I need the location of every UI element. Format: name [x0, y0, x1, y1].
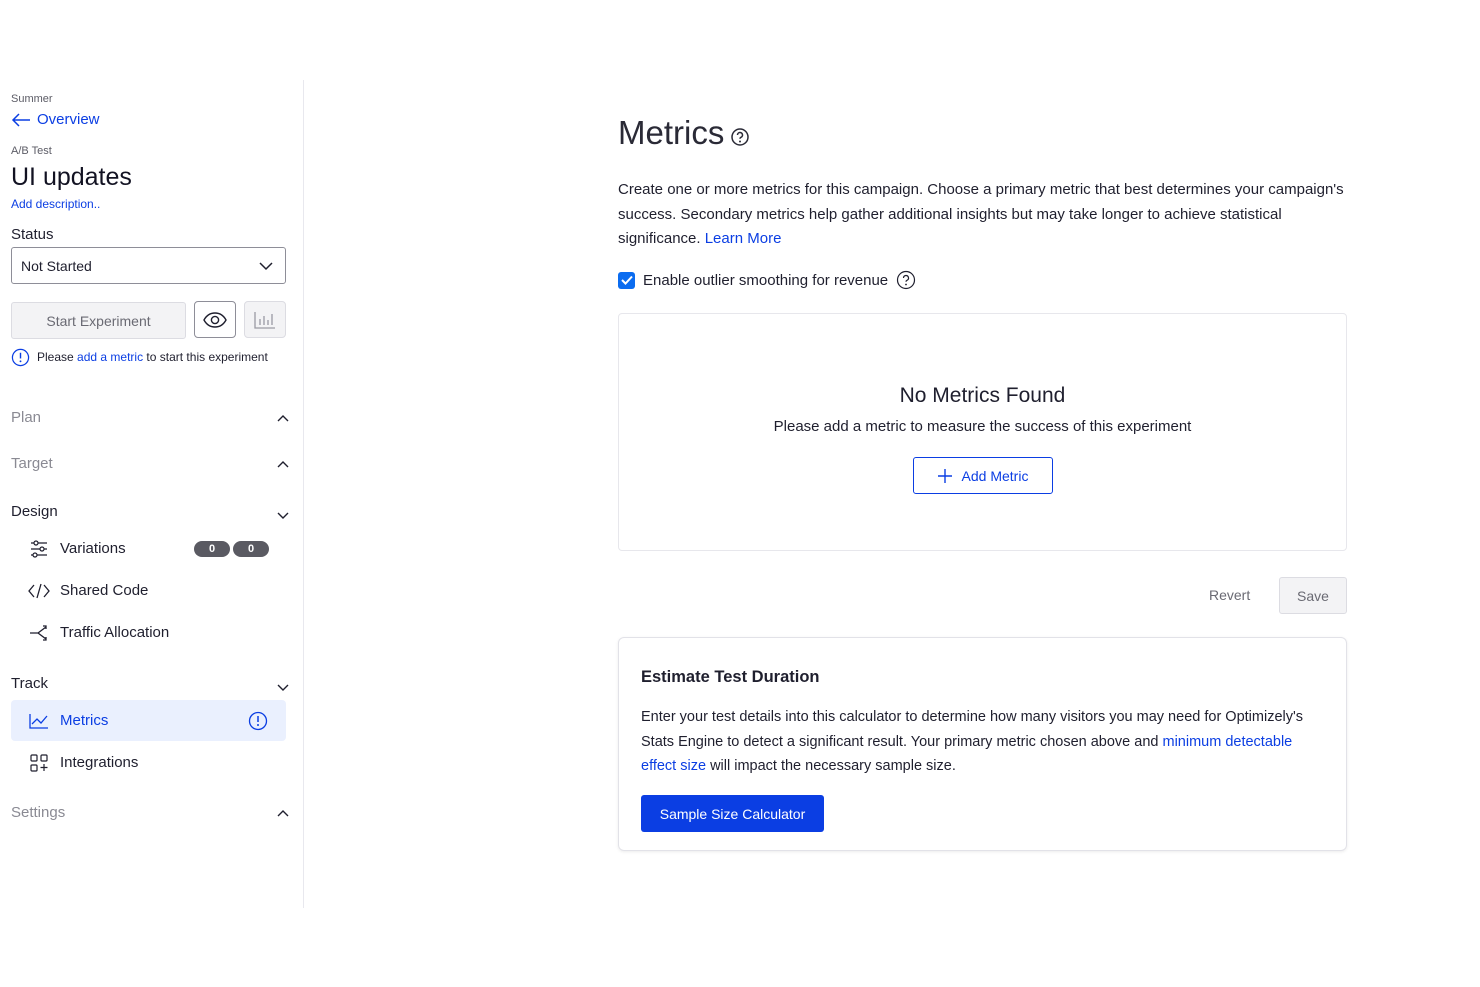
plus-icon: [937, 468, 952, 483]
metric-warning: Please add a metric to start this experi…: [11, 348, 281, 367]
shared-code-label: Shared Code: [60, 582, 149, 599]
variations-label: Variations: [60, 540, 126, 557]
empty-subtitle: Please add a metric to measure the succe…: [773, 418, 1192, 435]
outlier-label: Enable outlier smoothing for revenue: [643, 271, 889, 289]
help-icon[interactable]: [730, 127, 750, 147]
section-track[interactable]: Track: [11, 674, 291, 692]
section-settings-label: Settings: [11, 804, 66, 821]
sliders-icon: [28, 538, 50, 560]
experiment-type: A/B Test: [11, 145, 52, 157]
integrations-label: Integrations: [60, 754, 139, 771]
results-button[interactable]: [244, 301, 286, 338]
page-title: Metrics: [618, 114, 750, 152]
outlier-smoothing-toggle[interactable]: Enable outlier smoothing for revenue: [618, 270, 916, 290]
chevron-up-icon: [277, 414, 289, 421]
status-value: Not Started: [21, 257, 92, 274]
checkmark-icon: [620, 275, 633, 285]
add-description-link[interactable]: Add description..: [11, 197, 100, 211]
split-icon: [28, 622, 50, 644]
help-icon[interactable]: [896, 270, 916, 290]
section-target[interactable]: Target: [11, 455, 291, 472]
empty-title: No Metrics Found: [899, 384, 1066, 407]
estimate-body-text-2: will impact the necessary sample size.: [710, 758, 956, 774]
outlier-checkbox[interactable]: [618, 271, 635, 289]
experiment-title: UI updates: [11, 163, 132, 191]
page-title-text: Metrics: [618, 114, 725, 151]
estimate-body: Enter your test details into this calcul…: [641, 705, 1321, 779]
back-label: Overview: [37, 111, 100, 128]
sidebar-item-metrics[interactable]: Metrics: [11, 700, 286, 741]
info-icon: [248, 711, 268, 730]
sidebar-item-traffic-allocation[interactable]: Traffic Allocation: [11, 612, 286, 653]
revert-button[interactable]: Revert: [1209, 587, 1250, 603]
eye-icon: [203, 311, 227, 328]
project-name: Summer: [11, 93, 53, 105]
status-label: Status: [11, 226, 54, 243]
sidebar-item-integrations[interactable]: Integrations: [11, 742, 286, 783]
integrations-icon: [28, 752, 50, 774]
chevron-down-icon: [277, 684, 289, 691]
chevron-up-icon: [277, 460, 289, 467]
code-icon: [28, 580, 50, 602]
add-metric-button[interactable]: Add Metric: [913, 457, 1053, 494]
preview-button[interactable]: [194, 301, 236, 338]
bar-chart-icon: [254, 311, 275, 329]
back-to-overview-link[interactable]: Overview: [11, 111, 100, 128]
sidebar-item-shared-code[interactable]: Shared Code: [11, 570, 286, 611]
variations-count-badge: 0: [233, 540, 269, 557]
variations-count-badge: 0: [194, 540, 230, 557]
section-target-label: Target: [11, 455, 53, 472]
chevron-up-icon: [277, 809, 289, 816]
line-chart-icon: [28, 710, 50, 732]
section-design-label: Design: [11, 502, 58, 520]
page-description: Create one or more metrics for this camp…: [618, 178, 1348, 252]
chevron-down-icon: [259, 261, 273, 270]
arrow-left-icon: [11, 112, 30, 127]
section-plan-label: Plan: [11, 409, 42, 426]
warning-suffix: to start this experiment: [146, 350, 268, 364]
add-metric-link[interactable]: add a metric: [77, 350, 143, 364]
chevron-down-icon: [277, 512, 289, 519]
info-icon: [11, 348, 30, 367]
sidebar-item-variations[interactable]: Variations 0 0: [11, 528, 286, 569]
estimate-title: Estimate Test Duration: [641, 668, 820, 686]
start-experiment-button[interactable]: Start Experiment: [11, 302, 186, 339]
save-button[interactable]: Save: [1279, 577, 1347, 614]
sample-size-calculator-button[interactable]: Sample Size Calculator: [641, 795, 824, 832]
add-metric-label: Add Metric: [961, 467, 1029, 484]
sidebar: Summer Overview A/B Test UI updates Add …: [0, 80, 304, 908]
learn-more-link[interactable]: Learn More: [705, 230, 782, 247]
section-settings[interactable]: Settings: [11, 804, 291, 821]
metrics-label: Metrics: [60, 712, 109, 729]
traffic-allocation-label: Traffic Allocation: [60, 624, 170, 641]
estimate-duration-card: Estimate Test Duration Enter your test d…: [618, 637, 1347, 851]
warning-prefix: Please: [37, 350, 74, 364]
section-plan[interactable]: Plan: [11, 409, 291, 426]
status-select[interactable]: Not Started: [11, 247, 286, 284]
metrics-empty-state: No Metrics Found Please add a metric to …: [618, 313, 1347, 551]
section-track-label: Track: [11, 674, 48, 692]
section-design[interactable]: Design: [11, 502, 291, 520]
